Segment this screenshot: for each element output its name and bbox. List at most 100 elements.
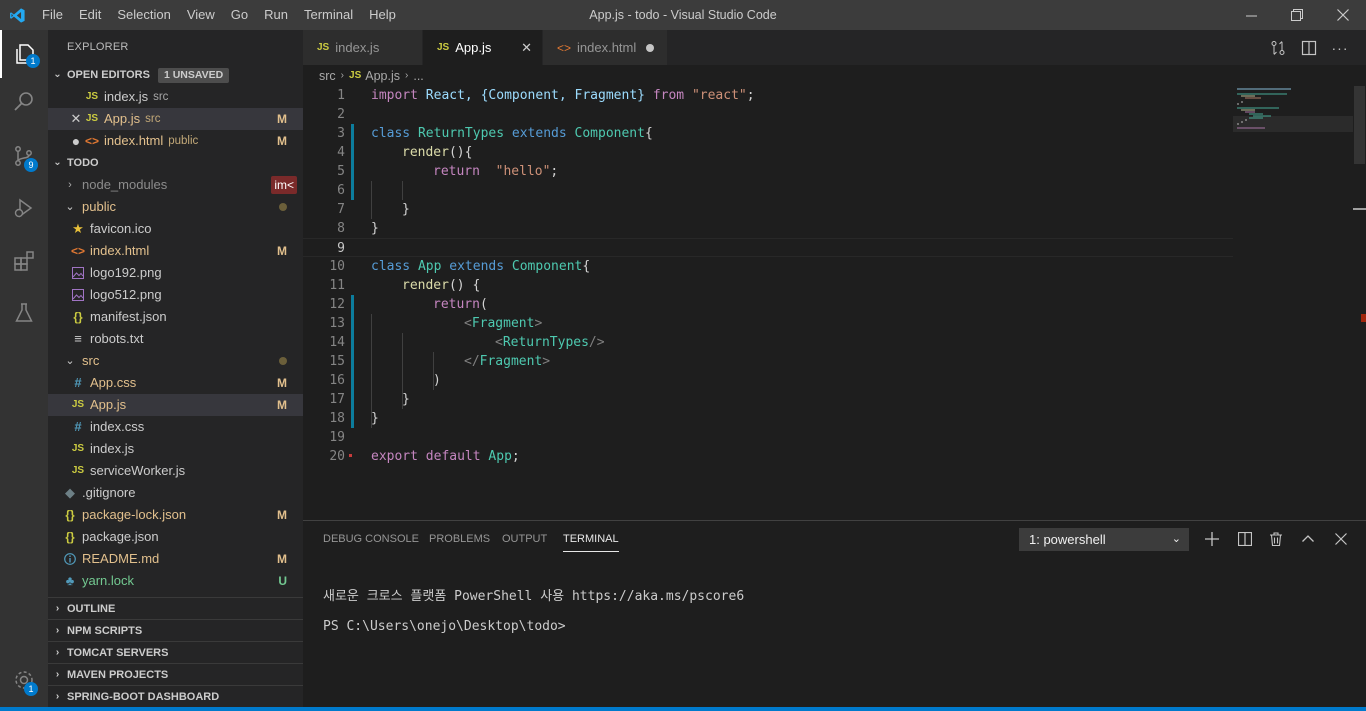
line-number: 17 (329, 392, 345, 407)
menu-terminal[interactable]: Terminal (296, 0, 361, 30)
split-terminal-button[interactable] (1234, 528, 1256, 550)
manage-activity[interactable]: 1 (0, 656, 48, 704)
folder-public[interactable]: ⌄ public (48, 196, 303, 218)
code-token: render (402, 278, 449, 293)
code-editor[interactable]: 1 import React, {Component, Fragment} fro… (303, 86, 1233, 466)
run-debug-activity[interactable] (0, 184, 48, 232)
terminal-select[interactable]: 1: powershell ⌄ (1019, 528, 1189, 551)
menu-help[interactable]: Help (361, 0, 404, 30)
outline-header[interactable]: › OUTLINE (48, 597, 303, 619)
file-row[interactable]: <> index.html M (48, 240, 303, 262)
open-editors-header[interactable]: ⌄ OPEN EDITORS 1 UNSAVED (48, 64, 303, 86)
npm-scripts-header[interactable]: › NPM SCRIPTS (48, 619, 303, 641)
file-row[interactable]: # index.css (48, 416, 303, 438)
file-row[interactable]: {} manifest.json (48, 306, 303, 328)
more-actions-button[interactable]: ··· (1325, 30, 1355, 65)
open-editor-item[interactable]: ● <> index.html public M (48, 130, 303, 152)
restore-button[interactable] (1274, 0, 1320, 30)
tab-problems[interactable]: PROBLEMS (429, 521, 490, 558)
tab-app-js[interactable]: JS App.js ✕ (423, 30, 543, 65)
settings-badge: 1 (24, 682, 38, 696)
minimize-button[interactable] (1228, 0, 1274, 30)
close-window-button[interactable] (1320, 0, 1366, 30)
source-control-activity[interactable]: 9 (0, 132, 48, 180)
file-row[interactable]: # App.css M (48, 372, 303, 394)
menu-run[interactable]: Run (256, 0, 296, 30)
file-row[interactable]: logo192.png (48, 262, 303, 284)
unsaved-dot-icon[interactable]: ● (68, 130, 84, 152)
tab-index-html[interactable]: <> index.html (543, 30, 668, 65)
file-row[interactable]: JS App.js M (48, 394, 303, 416)
new-terminal-button[interactable] (1201, 528, 1223, 550)
git-status-modified: M (277, 552, 287, 566)
file-row[interactable]: README.md M (48, 548, 303, 570)
open-editor-item[interactable]: JS index.js src (48, 86, 303, 108)
line-number: 3 (337, 126, 345, 141)
file-row[interactable]: {} package-lock.json M (48, 504, 303, 526)
breadcrumb-symbol[interactable]: ... (413, 65, 423, 87)
js-file-icon: JS (71, 443, 85, 454)
git-status-modified: M (277, 112, 287, 126)
line-number: 6 (337, 183, 345, 198)
info-file-icon (62, 553, 78, 565)
testing-activity[interactable] (0, 289, 48, 337)
close-tab-icon[interactable]: ✕ (521, 40, 532, 56)
star-file-icon: ★ (72, 221, 84, 236)
editor-tabs: JS index.js JS App.js ✕ <> index.html (303, 30, 1366, 65)
close-panel-button[interactable] (1330, 528, 1352, 550)
split-editor-button[interactable] (1294, 30, 1324, 65)
code-line: 3 class ReturnTypes extends Component{ (303, 124, 1233, 143)
explorer-activity[interactable]: 1 (0, 30, 48, 78)
tomcat-servers-header[interactable]: › TOMCAT SERVERS (48, 641, 303, 663)
close-editor-icon[interactable]: ✕ (68, 108, 84, 130)
open-editor-item[interactable]: ✕ JS App.js src M (48, 108, 303, 130)
maximize-panel-button[interactable] (1297, 528, 1319, 550)
js-file-icon: JS (85, 91, 99, 102)
menu-view[interactable]: View (179, 0, 223, 30)
file-name: manifest.json (90, 309, 167, 324)
code-token: Fragment (471, 316, 535, 331)
sidebar-title: EXPLORER (67, 41, 129, 53)
file-row[interactable]: JS serviceWorker.js (48, 460, 303, 482)
menu-go[interactable]: Go (223, 0, 256, 30)
kill-terminal-button[interactable] (1265, 528, 1287, 550)
minimap[interactable] (1233, 86, 1353, 520)
code-token: ( (479, 297, 488, 312)
search-activity[interactable] (0, 78, 48, 126)
file-row[interactable]: ≡ robots.txt (48, 328, 303, 350)
file-name: package-lock.json (82, 507, 187, 522)
terminal-prompt[interactable]: PS C:\Users\onejo\Desktop\todo> (323, 619, 566, 634)
maven-projects-header[interactable]: › MAVEN PROJECTS (48, 663, 303, 685)
unsaved-dot-icon[interactable] (646, 43, 654, 52)
extensions-activity[interactable] (0, 237, 48, 285)
file-row[interactable]: {} package.json (48, 526, 303, 548)
code-token: ; (511, 449, 520, 464)
tab-debug-console[interactable]: DEBUG CONSOLE (323, 521, 419, 558)
menu-selection[interactable]: Selection (109, 0, 178, 30)
file-row[interactable]: logo512.png (48, 284, 303, 306)
tab-output[interactable]: OUTPUT (502, 521, 547, 558)
css-file-icon: # (74, 375, 82, 390)
editor-vertical-scrollbar[interactable] (1353, 86, 1366, 520)
spring-boot-dashboard-header[interactable]: › SPRING-BOOT DASHBOARD (48, 685, 303, 707)
code-token: < (495, 335, 503, 350)
file-row[interactable]: ★ favicon.ico (48, 218, 303, 240)
file-row[interactable]: JS index.js (48, 438, 303, 460)
tab-terminal[interactable]: TERMINAL (563, 521, 619, 558)
chevron-down-icon: ⌄ (65, 355, 75, 367)
tab-index-js[interactable]: JS index.js (303, 30, 423, 65)
open-changes-button[interactable] (1263, 30, 1293, 65)
breadcrumb-file[interactable]: App.js (365, 65, 400, 87)
file-row[interactable]: ◆ .gitignore (48, 482, 303, 504)
breadcrumb-folder[interactable]: src (319, 65, 336, 87)
scrollbar-thumb[interactable] (1354, 86, 1365, 164)
terminal-select-value: 1: powershell (1029, 532, 1106, 547)
line-number: 16 (329, 373, 345, 388)
folder-src[interactable]: ⌄ src (48, 350, 303, 372)
workspace-header[interactable]: ⌄ TODO (48, 152, 303, 174)
folder-node-modules[interactable]: › node_modules im< (48, 174, 303, 196)
file-row[interactable]: ♣ yarn.lock U (48, 570, 303, 592)
code-token: (){ (448, 145, 473, 160)
menu-file[interactable]: File (34, 0, 71, 30)
menu-edit[interactable]: Edit (71, 0, 109, 30)
